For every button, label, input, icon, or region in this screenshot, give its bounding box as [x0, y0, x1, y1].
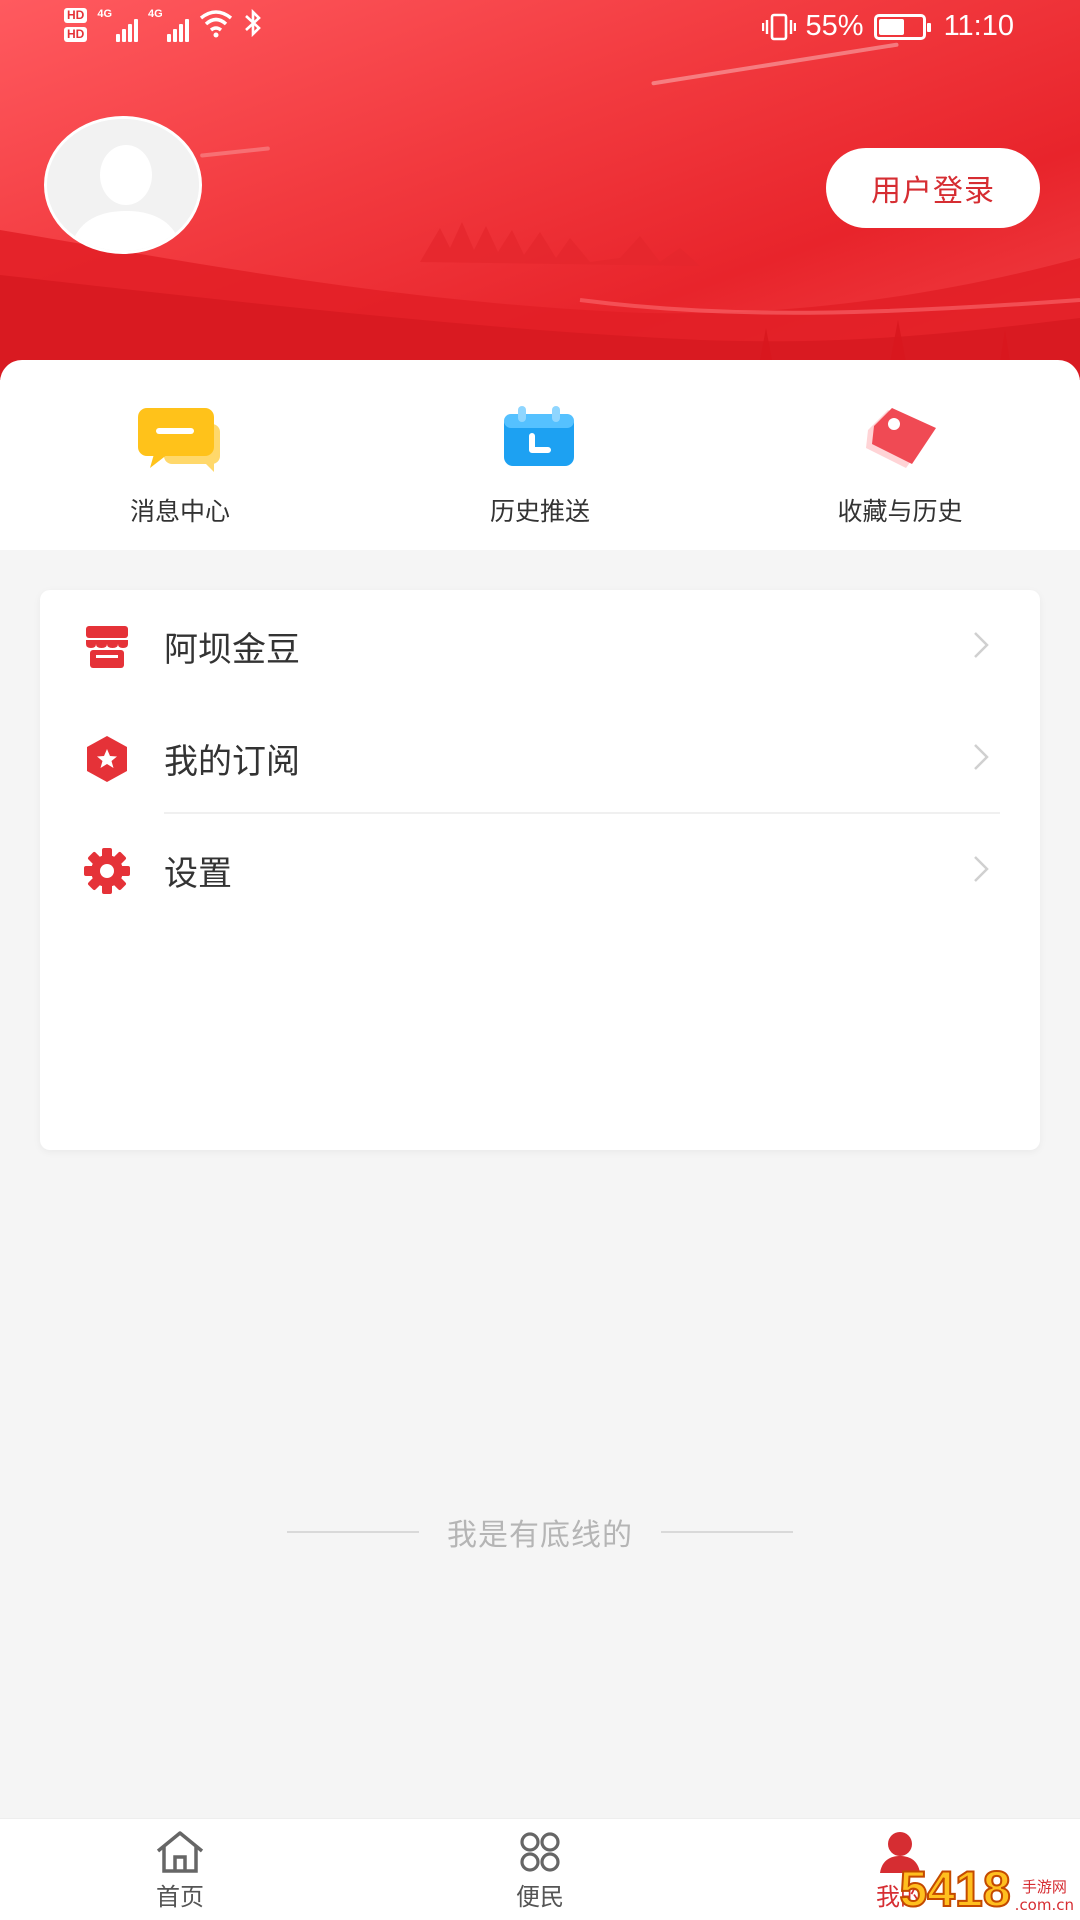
clock: 11:10 [943, 10, 1014, 42]
menu-item-label: 阿坝金豆 [164, 629, 300, 670]
end-of-list-note: 我是有底线的 [0, 1510, 1080, 1554]
home-icon [156, 1831, 204, 1873]
menu-item-gold-beans[interactable]: 阿坝金豆 [40, 590, 1040, 702]
gear-icon [84, 848, 130, 894]
chevron-right-icon [974, 856, 989, 882]
wifi-icon [199, 10, 232, 38]
signal-icon: 4G [97, 8, 139, 42]
tab-services[interactable]: 便民 [360, 1819, 720, 1920]
shortcut-message-center[interactable]: 消息中心 [0, 360, 360, 550]
shortcut-row: 消息中心 历史推送 收藏与历史 [0, 360, 1080, 550]
divider-line [661, 1531, 793, 1533]
shortcut-favorites-history[interactable]: 收藏与历史 [720, 360, 1080, 550]
chevron-right-icon [974, 744, 989, 770]
star-badge-icon [87, 736, 127, 782]
net2-label: 4G [148, 8, 163, 20]
shortcut-label: 消息中心 [129, 497, 230, 526]
tab-label: 首页 [156, 1883, 204, 1911]
battery-icon [873, 13, 931, 40]
user-login-button[interactable]: 用户登录 [826, 148, 1040, 228]
net1-label: 4G [97, 8, 113, 20]
profile-screen: HD HD 4G 4G 55% 11:10 用户登录 消息中心 历史推送 收藏与… [0, 0, 1080, 1920]
watermark-number: 5418 [898, 1861, 1011, 1917]
grid-icon [520, 1832, 560, 1872]
status-bar: HD HD 4G 4G 55% 11:10 [0, 0, 1080, 60]
tag-icon [866, 408, 936, 468]
menu-item-subscriptions[interactable]: 我的订阅 [40, 702, 1040, 814]
watermark-site-name: 手游网 [1021, 1878, 1067, 1896]
sim2-hd-badge: HD [64, 27, 88, 42]
menu-card: 阿坝金豆 我的订阅 设置 [40, 590, 1040, 1150]
menu-item-label: 设置 [164, 853, 232, 894]
end-of-list-text: 我是有底线的 [447, 1518, 633, 1553]
profile-header: HD HD 4G 4G 55% 11:10 用户登录 [0, 0, 1080, 380]
calendar-icon [504, 406, 574, 466]
tab-home[interactable]: 首页 [0, 1819, 360, 1920]
signal-icon: 4G [148, 8, 189, 42]
divider-line [287, 1531, 419, 1533]
avatar[interactable] [44, 116, 202, 254]
menu-item-label: 我的订阅 [164, 741, 300, 782]
default-user-icon [47, 119, 199, 251]
vibrate-icon [761, 13, 796, 40]
shop-icon [86, 626, 128, 668]
site-watermark: 5418 手游网 .com.cn [898, 1861, 1074, 1917]
sim1-hd-badge: HD [64, 8, 88, 23]
menu-item-settings[interactable]: 设置 [40, 814, 1040, 926]
tab-label: 便民 [516, 1883, 564, 1911]
shortcut-label: 历史推送 [489, 497, 590, 526]
message-icon [138, 408, 220, 472]
watermark-site-domain: .com.cn [1014, 1896, 1074, 1914]
shortcut-label: 收藏与历史 [837, 497, 963, 526]
bluetooth-icon [244, 8, 261, 38]
shortcut-history-push[interactable]: 历史推送 [360, 360, 720, 550]
battery-percent: 55% [805, 10, 864, 42]
chevron-right-icon [974, 632, 989, 658]
